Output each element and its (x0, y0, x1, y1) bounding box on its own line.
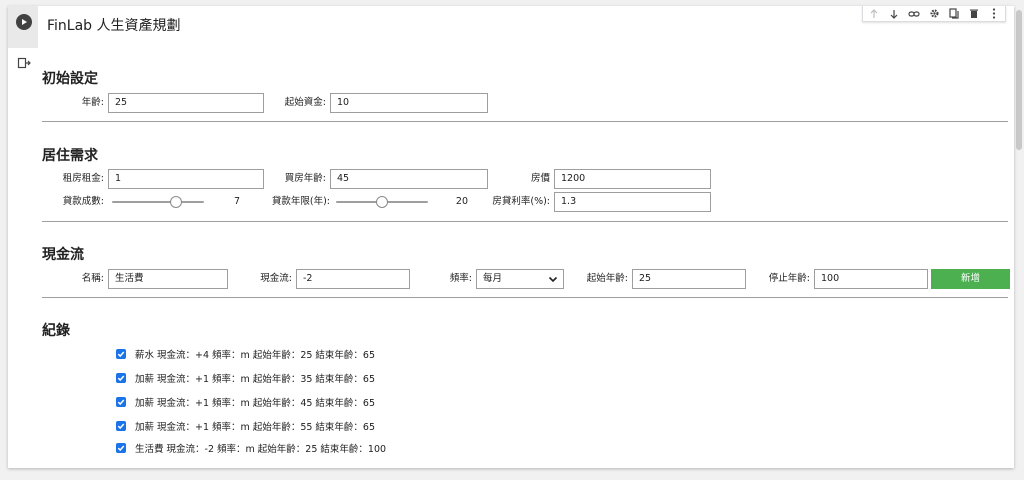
age-input[interactable]: 25 (108, 93, 264, 113)
cashflow-freq-label: 頻率: (449, 273, 472, 284)
record-checkbox[interactable] (116, 373, 126, 383)
record-text: 加薪 現金流：+1 頻率：m 起始年齡：55 結束年齡：65 (135, 422, 376, 433)
loan-ratio-label: 貸款成數: (62, 196, 104, 207)
divider (42, 221, 1008, 222)
arrow-up-icon[interactable] (867, 7, 881, 21)
notebook-cell: FinLab 人生資產規劃 初始設定 年齡: 25 起始資金: 10 居住需求 … (8, 6, 1014, 468)
cell-title: FinLab 人生資產規劃 (47, 18, 181, 34)
section-title-initial: 初始設定 (42, 71, 98, 87)
record-text: 薪水 現金流：+4 頻率：m 起始年齡：25 結束年齡：65 (135, 350, 376, 361)
checkmark-icon (117, 399, 125, 406)
record-item: 加薪 現金流：+1 頻率：m 起始年齡：45 結束年齡：65 (116, 395, 375, 409)
cashflow-freq-value: 每月 (483, 273, 503, 284)
checkmark-icon (117, 375, 125, 382)
record-text: 加薪 現金流：+1 頻率：m 起始年齡：35 結束年齡：65 (135, 374, 376, 385)
record-item: 加薪 現金流：+1 頻率：m 起始年齡：55 結束年齡：65 (116, 419, 375, 433)
section-title-records: 紀錄 (42, 323, 70, 339)
section-title-cashflow: 現金流 (42, 247, 84, 263)
chevron-down-icon (548, 276, 558, 283)
arrow-down-icon[interactable] (887, 7, 901, 21)
trash-icon[interactable] (967, 7, 981, 21)
mirror-cell-icon[interactable] (947, 7, 961, 21)
loan-years-label: 貸款年限(年): (271, 196, 330, 207)
cashflow-amount-label: 現金流: (260, 273, 292, 284)
rent-input[interactable]: 1 (108, 169, 264, 189)
loan-rate-label: 房貸利率(%): (492, 196, 550, 207)
loan-years-slider[interactable] (336, 196, 428, 208)
age-label: 年齡: (81, 97, 104, 108)
record-item: 加薪 現金流：+1 頻率：m 起始年齡：35 結束年齡：65 (116, 371, 375, 385)
cashflow-start-label: 起始年齡: (586, 273, 628, 284)
checkmark-icon (117, 351, 125, 358)
capital-input[interactable]: 10 (330, 93, 488, 113)
output-exit-icon[interactable] (17, 56, 31, 70)
checkmark-icon (117, 445, 125, 452)
cashflow-freq-select[interactable]: 每月 (476, 269, 564, 289)
loan-ratio-slider[interactable] (112, 196, 204, 208)
slider-thumb[interactable] (376, 196, 388, 208)
buy-age-input[interactable]: 45 (330, 169, 488, 189)
divider (42, 297, 1008, 298)
capital-label: 起始資金: (284, 97, 326, 108)
run-cell-button[interactable] (16, 14, 32, 30)
section-title-housing: 居住需求 (42, 148, 98, 164)
loan-years-readout: 20 (455, 196, 468, 207)
record-checkbox[interactable] (116, 349, 126, 359)
link-icon[interactable] (907, 7, 921, 21)
play-circle-icon (22, 19, 27, 25)
slider-thumb[interactable] (170, 196, 183, 208)
cashflow-stop-input[interactable]: 100 (814, 269, 928, 289)
rent-label: 租房租金: (62, 173, 104, 184)
record-checkbox[interactable] (116, 421, 126, 431)
loan-ratio-readout: 7 (233, 196, 240, 207)
cell-gutter (8, 6, 38, 48)
record-checkbox[interactable] (116, 397, 126, 407)
record-text: 生活費 現金流：-2 頻率：m 起始年齡：25 結束年齡：100 (135, 444, 387, 455)
cell-toolbar (862, 6, 1006, 22)
cashflow-amount-input[interactable]: -2 (296, 269, 410, 289)
cashflow-stop-label: 停止年齡: (768, 273, 810, 284)
cashflow-name-input[interactable]: 生活費 (108, 269, 228, 289)
cashflow-name-label: 名稱: (81, 273, 104, 284)
house-price-label: 房價 (530, 173, 550, 184)
record-item: 生活費 現金流：-2 頻率：m 起始年齡：25 結束年齡：100 (116, 441, 386, 455)
checkmark-icon (117, 423, 125, 430)
divider (42, 121, 1008, 122)
gear-icon[interactable] (927, 7, 941, 21)
record-checkbox[interactable] (116, 443, 126, 453)
more-vert-icon[interactable] (987, 7, 1001, 21)
cashflow-start-input[interactable]: 25 (632, 269, 746, 289)
page-scrollbar-thumb[interactable] (1016, 10, 1022, 150)
add-cashflow-button[interactable]: 新增 (931, 269, 1010, 289)
loan-rate-input[interactable]: 1.3 (554, 192, 711, 212)
slider-track (112, 201, 204, 203)
record-text: 加薪 現金流：+1 頻率：m 起始年齡：45 結束年齡：65 (135, 398, 376, 409)
house-price-input[interactable]: 1200 (554, 169, 711, 189)
buy-age-label: 買房年齡: (284, 173, 326, 184)
record-item: 薪水 現金流：+4 頻率：m 起始年齡：25 結束年齡：65 (116, 347, 375, 361)
